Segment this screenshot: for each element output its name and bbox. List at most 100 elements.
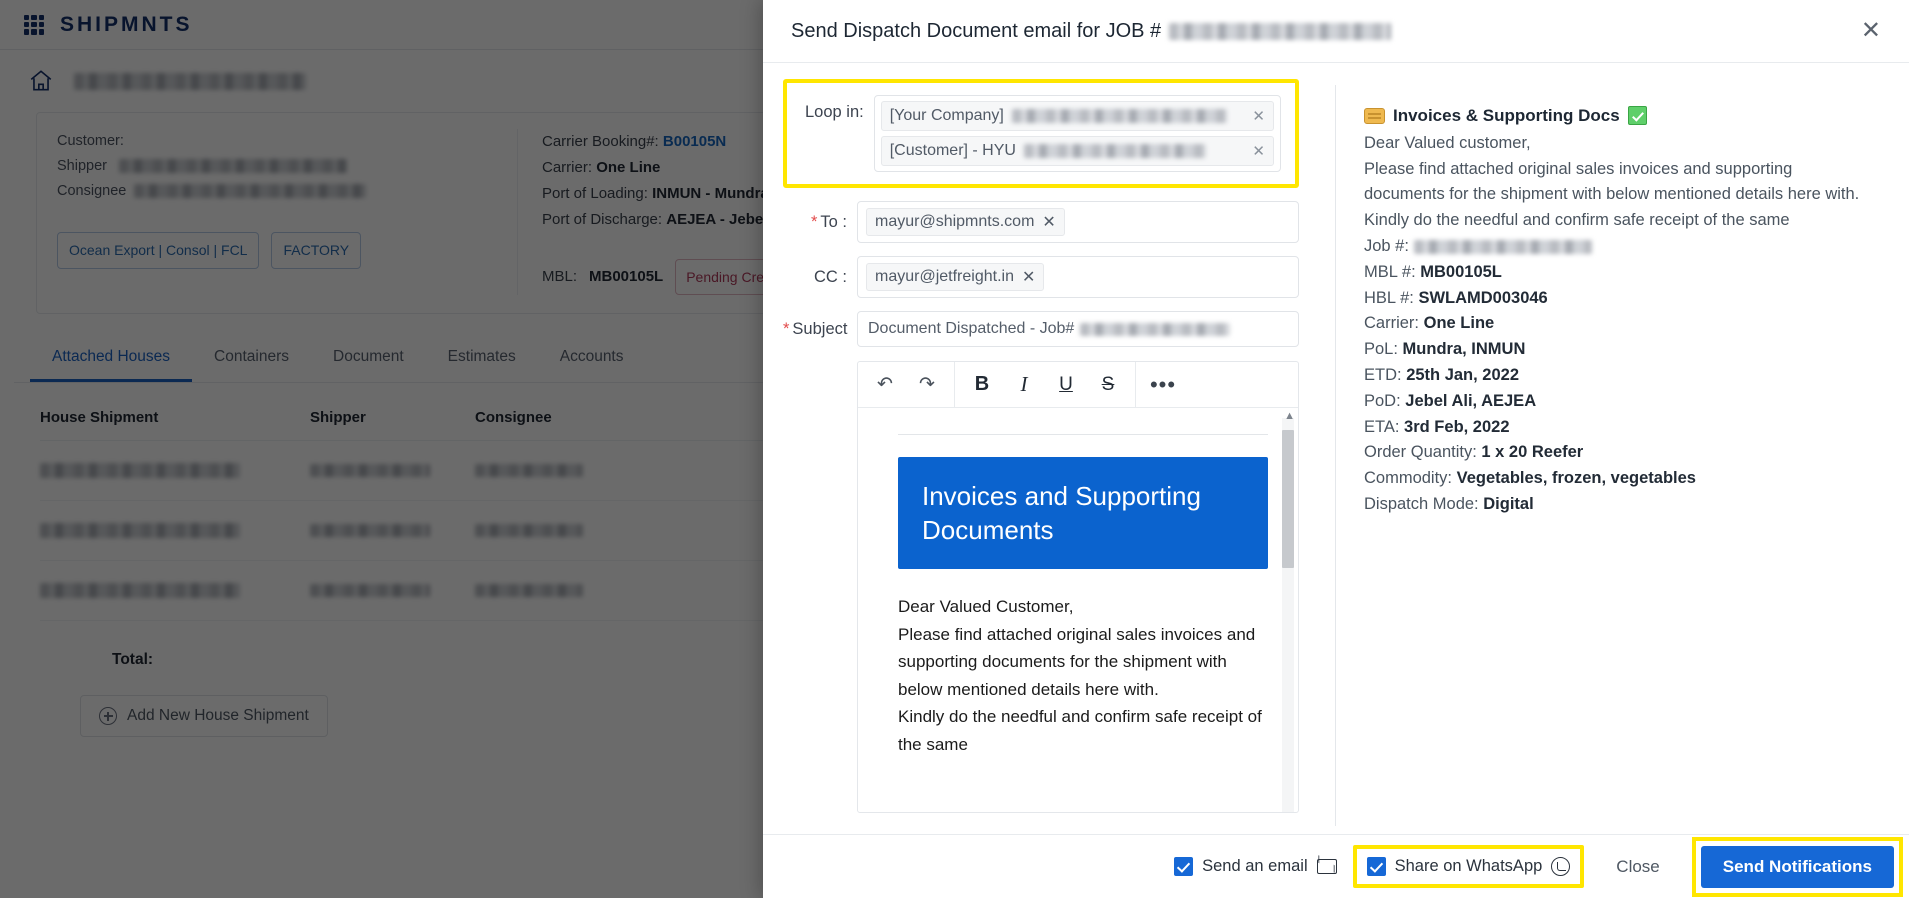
preview-field-job: Job #: xyxy=(1364,234,1875,260)
to-chip[interactable]: mayur@shipmnts.com ✕ xyxy=(866,208,1065,236)
cc-label: CC : xyxy=(814,267,847,286)
preview-heading-text: Invoices & Supporting Docs xyxy=(1393,106,1620,125)
to-row: * To : mayur@shipmnts.com ✕ xyxy=(783,201,1299,243)
preview-field-masked-value xyxy=(1413,239,1592,254)
remove-chip-icon[interactable]: ✕ xyxy=(1252,142,1265,160)
green-check-icon xyxy=(1627,106,1647,126)
editor-content[interactable]: Invoices and Supporting Documents Dear V… xyxy=(858,408,1298,812)
close-button[interactable]: Close xyxy=(1594,847,1682,886)
subject-value: Document Dispatched - Job# xyxy=(868,320,1075,337)
mail-icon xyxy=(1316,859,1337,874)
email-preview-pane: Invoices & Supporting Docs Dear Valued c… xyxy=(1335,85,1891,826)
modal-footer: Send an email Share on WhatsApp Close Se… xyxy=(763,834,1909,898)
document-icon xyxy=(1364,107,1385,124)
modal-title-masked-job xyxy=(1169,22,1392,40)
email-body-line-1: Dear Valued Customer, xyxy=(898,597,1074,616)
loop-in-chip-prefix: [Your Company] xyxy=(889,107,1004,124)
preview-field-label: Commodity: xyxy=(1364,469,1453,488)
loop-in-field[interactable]: [Your Company] ✕ [Customer] - HYU ✕ xyxy=(873,95,1281,172)
remove-chip-icon[interactable]: ✕ xyxy=(1252,107,1265,125)
preview-heading: Invoices & Supporting Docs xyxy=(1364,103,1875,129)
preview-field-eta: ETA: 3rd Feb, 2022 xyxy=(1364,415,1875,441)
preview-field-etd: ETD: 25th Jan, 2022 xyxy=(1364,363,1875,389)
remove-chip-icon[interactable]: ✕ xyxy=(1042,212,1055,232)
share-whatsapp-label: Share on WhatsApp xyxy=(1394,857,1543,875)
preview-field-value: 3rd Feb, 2022 xyxy=(1404,417,1510,436)
preview-field-value: One Line xyxy=(1423,314,1495,333)
cc-chip[interactable]: mayur@jetfreight.in ✕ xyxy=(866,263,1045,291)
preview-field-value: Mundra, INMUN xyxy=(1402,340,1526,359)
checkbox-checked-icon[interactable] xyxy=(1366,857,1386,876)
to-field[interactable]: mayur@shipmnts.com ✕ xyxy=(857,201,1299,243)
preview-field-order-quantity: Order Quantity: 1 x 20 Reefer xyxy=(1364,440,1875,466)
preview-field-label: ETA: xyxy=(1364,417,1400,436)
italic-icon[interactable]: I xyxy=(1003,362,1045,407)
share-whatsapp-highlight: Share on WhatsApp xyxy=(1352,845,1585,888)
preview-paragraph: Please find attached original sales invo… xyxy=(1364,159,1860,204)
required-asterisk: * xyxy=(783,319,790,338)
loop-in-chip-masked-value xyxy=(1023,144,1206,158)
loop-in-highlight: Loop in: [Your Company] ✕ [Customer] - H… xyxy=(783,79,1299,188)
preview-field-label: PoL: xyxy=(1364,340,1398,359)
loop-in-chip-customer[interactable]: [Customer] - HYU ✕ xyxy=(880,136,1274,166)
screen: SHIPMNTS Job # ˅ Customer: Shipper Consi… xyxy=(0,0,1909,898)
subject-row: * Subject Document Dispatched - Job# xyxy=(783,311,1299,347)
divider xyxy=(898,434,1268,435)
preview-greeting: Dear Valued customer, xyxy=(1364,133,1531,152)
loop-in-chip-prefix: [Customer] - HYU xyxy=(889,142,1016,159)
cc-field[interactable]: mayur@jetfreight.in ✕ xyxy=(857,256,1299,298)
send-dispatch-modal: Send Dispatch Document email for JOB # ✕… xyxy=(763,0,1909,898)
preview-field-pod: PoD: Jebel Ali, AEJEA xyxy=(1364,389,1875,415)
underline-icon[interactable]: U xyxy=(1045,362,1087,407)
bold-icon[interactable]: B xyxy=(961,362,1003,407)
modal-title-text: Send Dispatch Document email for JOB # xyxy=(791,19,1162,42)
preview-field-label: Dispatch Mode: xyxy=(1364,494,1479,513)
subject-input[interactable]: Document Dispatched - Job# xyxy=(857,311,1299,347)
preview-field-label: Order Quantity: xyxy=(1364,443,1477,462)
strikethrough-icon[interactable]: S xyxy=(1087,362,1129,407)
preview-field-commodity: Commodity: Vegetables, frozen, vegetable… xyxy=(1364,466,1875,492)
modal-header: Send Dispatch Document email for JOB # ✕ xyxy=(763,0,1909,63)
subject-masked-job xyxy=(1080,322,1231,336)
modal-body: Loop in: [Your Company] ✕ [Customer] - H… xyxy=(763,63,1909,834)
subject-label: * Subject xyxy=(783,320,857,339)
send-email-checkbox[interactable]: Send an email xyxy=(1174,857,1337,876)
preview-field-value: 1 x 20 Reefer xyxy=(1481,443,1584,462)
email-banner: Invoices and Supporting Documents xyxy=(898,457,1268,569)
editor-scrollbar-thumb[interactable] xyxy=(1282,430,1294,568)
undo-icon[interactable]: ↶ xyxy=(864,362,906,407)
modal-title: Send Dispatch Document email for JOB # xyxy=(791,19,1392,43)
checkbox-checked-icon[interactable] xyxy=(1174,857,1194,876)
preview-field-value: MB00105L xyxy=(1420,262,1502,281)
more-options-icon[interactable]: ••• xyxy=(1142,362,1184,407)
remove-chip-icon[interactable]: ✕ xyxy=(1022,267,1035,287)
preview-field-label: PoD: xyxy=(1364,391,1401,410)
preview-line2: Kindly do the needful and confirm safe r… xyxy=(1364,211,1790,230)
send-notifications-highlight: Send Notifications xyxy=(1691,836,1903,897)
preview-field-value: 25th Jan, 2022 xyxy=(1406,365,1520,384)
email-body-line-2: Please find attached original sales invo… xyxy=(898,624,1256,699)
loop-in-chip-your-company[interactable]: [Your Company] ✕ xyxy=(880,101,1274,131)
to-label-text: To : xyxy=(820,212,847,231)
preview-field-label: ETD: xyxy=(1364,365,1402,384)
preview-field-value: Vegetables, frozen, vegetables xyxy=(1456,469,1696,488)
scroll-up-icon[interactable]: ▲ xyxy=(1284,410,1295,422)
send-notifications-button[interactable]: Send Notifications xyxy=(1700,845,1894,888)
loop-in-chip-masked-value xyxy=(1011,109,1227,123)
preview-field-label: HBL #: xyxy=(1364,288,1414,307)
preview-field-value: Jebel Ali, AEJEA xyxy=(1405,391,1537,410)
redo-icon[interactable]: ↷ xyxy=(906,362,948,407)
preview-field-mbl: MBL #: MB00105L xyxy=(1364,260,1875,286)
share-whatsapp-checkbox[interactable]: Share on WhatsApp xyxy=(1366,857,1571,876)
to-chip-text: mayur@shipmnts.com xyxy=(875,213,1035,230)
send-email-label: Send an email xyxy=(1202,857,1308,875)
preview-field-hbl: HBL #: SWLAMD003046 xyxy=(1364,286,1875,312)
cc-row: CC : mayur@jetfreight.in ✕ xyxy=(783,256,1299,298)
whatsapp-icon xyxy=(1551,857,1571,876)
preview-field-dispatch-mode: Dispatch Mode: Digital xyxy=(1364,492,1875,518)
subject-label-text: Subject xyxy=(792,319,848,338)
preview-field-carrier: Carrier: One Line xyxy=(1364,311,1875,337)
close-icon[interactable]: ✕ xyxy=(1861,19,1881,43)
preview-field-pol: PoL: Mundra, INMUN xyxy=(1364,337,1875,363)
email-body-line-3: Kindly do the needful and confirm safe r… xyxy=(898,707,1262,754)
